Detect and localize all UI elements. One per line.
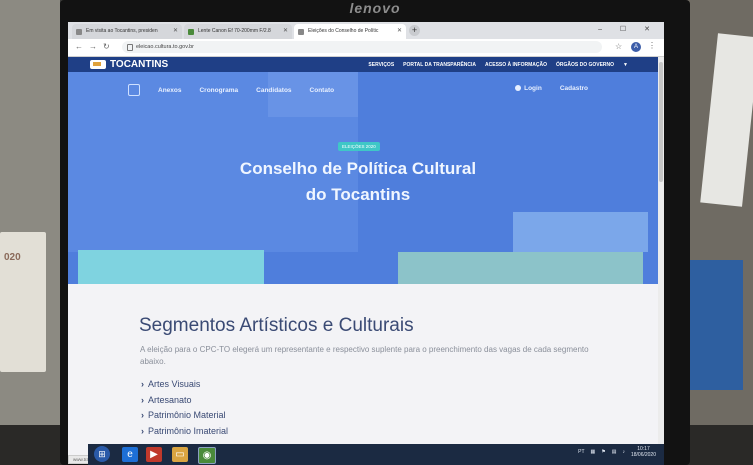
account-nav: Login Cadastro [515, 85, 588, 92]
page-title-line-2: do Tocantins [305, 185, 411, 204]
start-button[interactable]: ⊞ [94, 446, 110, 462]
segment-label: Artes Visuais [148, 379, 201, 389]
scrollbar-thumb[interactable] [659, 62, 663, 182]
nav-candidatos[interactable]: Candidatos [256, 87, 291, 94]
browser-toolbar: ← → ↻ eleicao.cultura.to.gov.br ☆ A ⋮ [68, 39, 664, 57]
signup-link[interactable]: Cadastro [560, 85, 588, 92]
list-item[interactable]: › Artes Visuais [141, 377, 228, 393]
keyboard-icon[interactable]: ▦ [591, 449, 596, 455]
tab-title: Eleições do Conselho de Polític [308, 28, 379, 34]
calendar-year: 020 [4, 252, 21, 263]
nav-anexos[interactable]: Anexos [158, 87, 181, 94]
media-player-icon[interactable]: ▶ [146, 447, 162, 462]
segments-list: › Artes Visuais › Artesanato › Patrimônio M… [141, 377, 228, 439]
desk-calendar: 020 [0, 232, 46, 372]
folder-icon[interactable]: ▭ [172, 447, 188, 462]
segments-section: Segmentos Artísticos e Culturais A eleiç… [68, 284, 658, 464]
page-scrollbar[interactable] [658, 57, 664, 464]
reload-icon[interactable]: ↻ [103, 42, 110, 51]
screen: Em visita ao Tocantins, presiden ✕ Lente… [68, 22, 664, 464]
chevron-right-icon: › [141, 410, 144, 420]
language-indicator[interactable]: PT [578, 449, 584, 455]
browser-tab-2[interactable]: Lente Canon Ef 70-200mm F/2.8 ✕ [184, 24, 292, 39]
link-acesso-informacao[interactable]: ACESSO À INFORMAÇÃO [485, 62, 547, 68]
list-item[interactable]: › Patrimônio Imaterial [141, 424, 228, 440]
user-icon [515, 85, 522, 92]
nav-contato[interactable]: Contato [310, 87, 335, 94]
lock-icon [127, 44, 133, 51]
link-orgaos-governo[interactable]: ÓRGÃOS DO GOVERNO [556, 62, 614, 68]
address-bar[interactable]: eleicao.cultura.to.gov.br [122, 41, 602, 53]
volume-icon[interactable]: ♪ [622, 449, 625, 455]
ie-icon[interactable]: e [122, 447, 138, 462]
window-controls[interactable]: – ☐ ✕ [598, 25, 658, 33]
segment-label: Patrimônio Imaterial [148, 425, 229, 436]
windows-taskbar: ⊞ e ▶ ▭ ◉ PT ▦ ⚑ ▤ ♪ 10:17 18/06/2020 [88, 444, 664, 465]
chevron-right-icon: › [141, 425, 144, 436]
clock[interactable]: 10:17 18/06/2020 [631, 446, 656, 458]
bookmark-star-icon[interactable]: ☆ [615, 42, 622, 51]
list-item[interactable]: › Artesanato [141, 393, 228, 409]
section-title: Segmentos Artísticos e Culturais [139, 315, 414, 336]
tab-title: Em visita ao Tocantins, presiden [86, 28, 158, 34]
tab-title: Lente Canon Ef 70-200mm F/2.8 [198, 28, 271, 34]
tab-close-icon[interactable]: ✕ [397, 24, 402, 39]
gov-top-strip: TOCANTINS SERVIÇOS PORTAL DA TRANSPARÊNC… [68, 57, 658, 72]
tocantins-logo[interactable]: TOCANTINS [90, 59, 168, 70]
back-arrow-icon[interactable]: ← [75, 42, 83, 51]
forward-arrow-icon[interactable]: → [89, 42, 97, 51]
system-tray: PT ▦ ⚑ ▤ ♪ 10:17 18/06/2020 [578, 446, 656, 458]
new-tab-button[interactable]: + [409, 25, 420, 36]
segment-label: Artesanato [148, 394, 192, 405]
browser-tab-1[interactable]: Em visita ao Tocantins, presiden ✕ [72, 24, 182, 39]
chrome-icon[interactable]: ◉ [198, 447, 216, 464]
hero-shape [78, 250, 264, 284]
login-link[interactable]: Login [515, 85, 542, 92]
home-icon[interactable] [128, 84, 140, 96]
gov-top-links: SERVIÇOS PORTAL DA TRANSPARÊNCIA ACESSO … [368, 57, 628, 72]
elections-badge: ELEIÇÕES 2020 [338, 142, 380, 151]
chevron-right-icon: › [141, 394, 144, 405]
tab-favicon-icon [76, 29, 82, 35]
page-title: Conselho de Política Cultural do Tocanti… [168, 156, 548, 208]
main-nav: Anexos Cronograma Candidatos Contato [128, 84, 334, 96]
tab-favicon-icon [188, 29, 194, 35]
flag-icon[interactable]: ⚑ [601, 449, 605, 455]
browser-tab-3-active[interactable]: Eleições do Conselho de Polític ✕ [294, 24, 406, 39]
list-item[interactable]: › Patrimônio Material [141, 408, 228, 424]
logo-text: TOCANTINS [110, 59, 169, 70]
network-icon[interactable]: ▤ [612, 449, 617, 455]
profile-avatar[interactable]: A [631, 42, 641, 52]
more-menu-icon[interactable]: ⋮ [648, 41, 656, 50]
browser-tab-bar: Em visita ao Tocantins, presiden ✕ Lente… [68, 22, 664, 39]
flag-icon [90, 60, 106, 69]
tab-close-icon[interactable]: ✕ [283, 24, 288, 39]
hero-shape [513, 212, 648, 252]
url-text[interactable]: eleicao.cultura.to.gov.br [136, 41, 194, 53]
chevron-right-icon: › [141, 379, 144, 389]
login-label: Login [524, 85, 542, 92]
tab-favicon-icon [298, 29, 304, 35]
link-servicos[interactable]: SERVIÇOS [368, 62, 394, 68]
segment-label: Patrimônio Material [148, 410, 226, 420]
hero-banner: Anexos Cronograma Candidatos Contato Log… [68, 72, 658, 284]
link-portal-transparencia[interactable]: PORTAL DA TRANSPARÊNCIA [403, 62, 476, 68]
monitor-brand-logo: lenovo [349, 0, 401, 16]
tab-close-icon[interactable]: ✕ [173, 24, 178, 39]
hero-shape [398, 252, 643, 284]
clock-date: 18/06/2020 [630, 452, 656, 458]
blue-box [683, 260, 743, 390]
section-description: A eleição para o CPC-TO elegerá um repre… [140, 345, 589, 366]
web-page: TOCANTINS SERVIÇOS PORTAL DA TRANSPARÊNC… [68, 57, 658, 464]
chevron-down-icon[interactable]: ▼ [623, 62, 628, 68]
nav-cronograma[interactable]: Cronograma [199, 87, 238, 94]
page-title-line-1: Conselho de Política Cultural [239, 159, 477, 178]
